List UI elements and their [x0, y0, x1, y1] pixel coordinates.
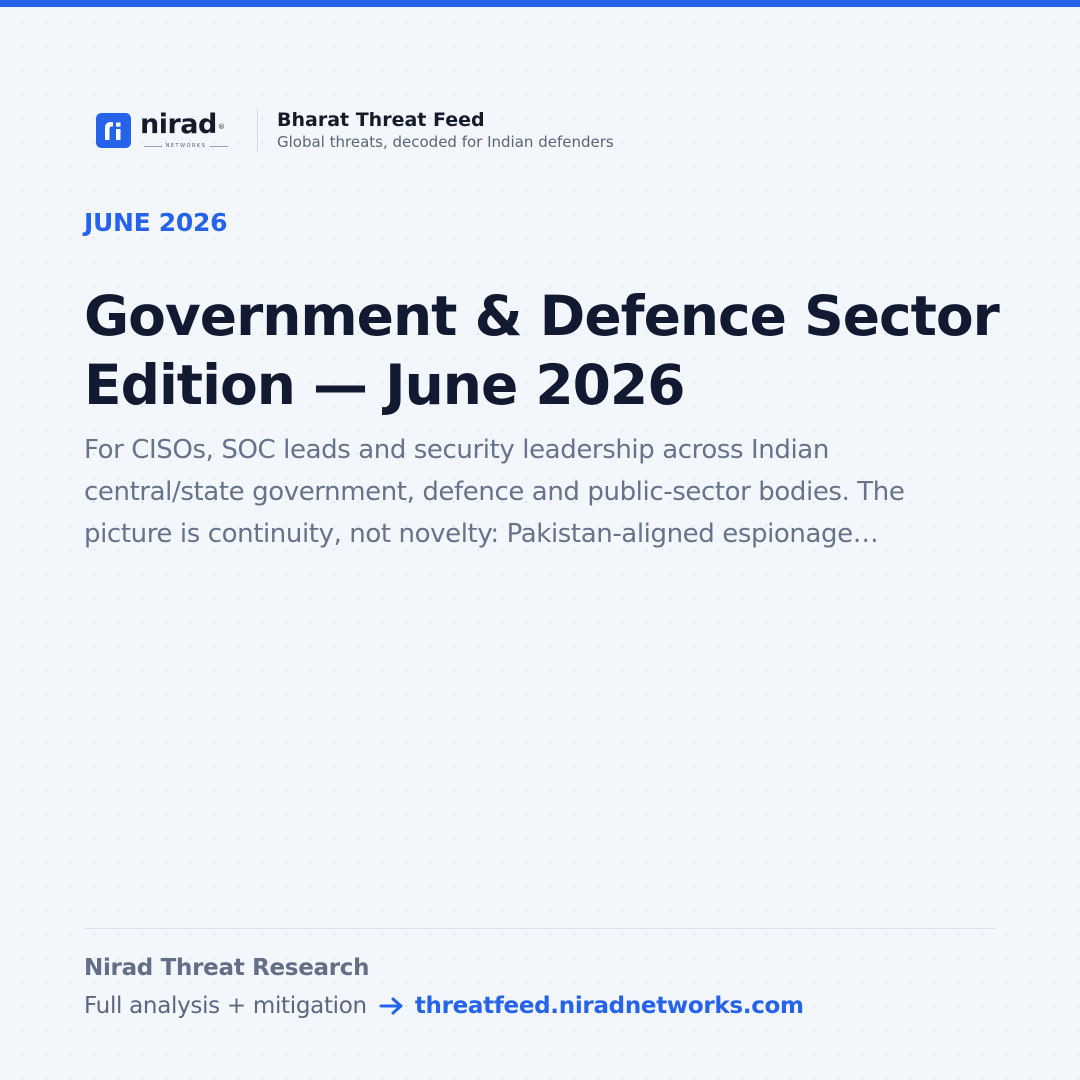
arrow-right-icon [379, 997, 403, 1015]
edition-date-label: JUNE 2026 [84, 208, 228, 237]
edition-summary: For CISOs, SOC leads and security leader… [84, 435, 905, 549]
footer-link[interactable]: threatfeed.niradnetworks.com [415, 993, 804, 1019]
footer-cta-text: Full analysis + mitigation [84, 993, 367, 1019]
footer-cta: Full analysis + mitigation threatfeed.ni… [84, 993, 804, 1019]
brand-tagline: Global threats, decoded for Indian defen… [277, 133, 614, 151]
brand-title: Bharat Threat Feed [277, 109, 485, 131]
logo-wordmark-text: nirad [140, 109, 217, 140]
header-divider [257, 108, 258, 152]
header: nirad® NETWORKS Bharat Threat Feed Globa… [84, 104, 614, 156]
logo-subtitle: NETWORKS [144, 143, 229, 149]
footer-author: Nirad Threat Research [84, 955, 370, 981]
brand-block: Bharat Threat Feed Global threats, decod… [277, 108, 614, 152]
logo-subtitle-rule-right [210, 145, 229, 147]
registered-mark: ® [217, 123, 225, 131]
footer-divider [84, 928, 996, 929]
nirad-logo: nirad® NETWORKS [84, 104, 239, 156]
logo-subtitle-rule-left [144, 145, 162, 147]
logo-subtitle-text: NETWORKS [165, 143, 207, 149]
logo-wordmark: nirad® [140, 109, 225, 140]
nirad-ri-logo-icon [96, 113, 131, 148]
page-title: Government & Defence Sector Edition — Ju… [84, 284, 1000, 417]
top-accent-bar [0, 0, 1080, 7]
